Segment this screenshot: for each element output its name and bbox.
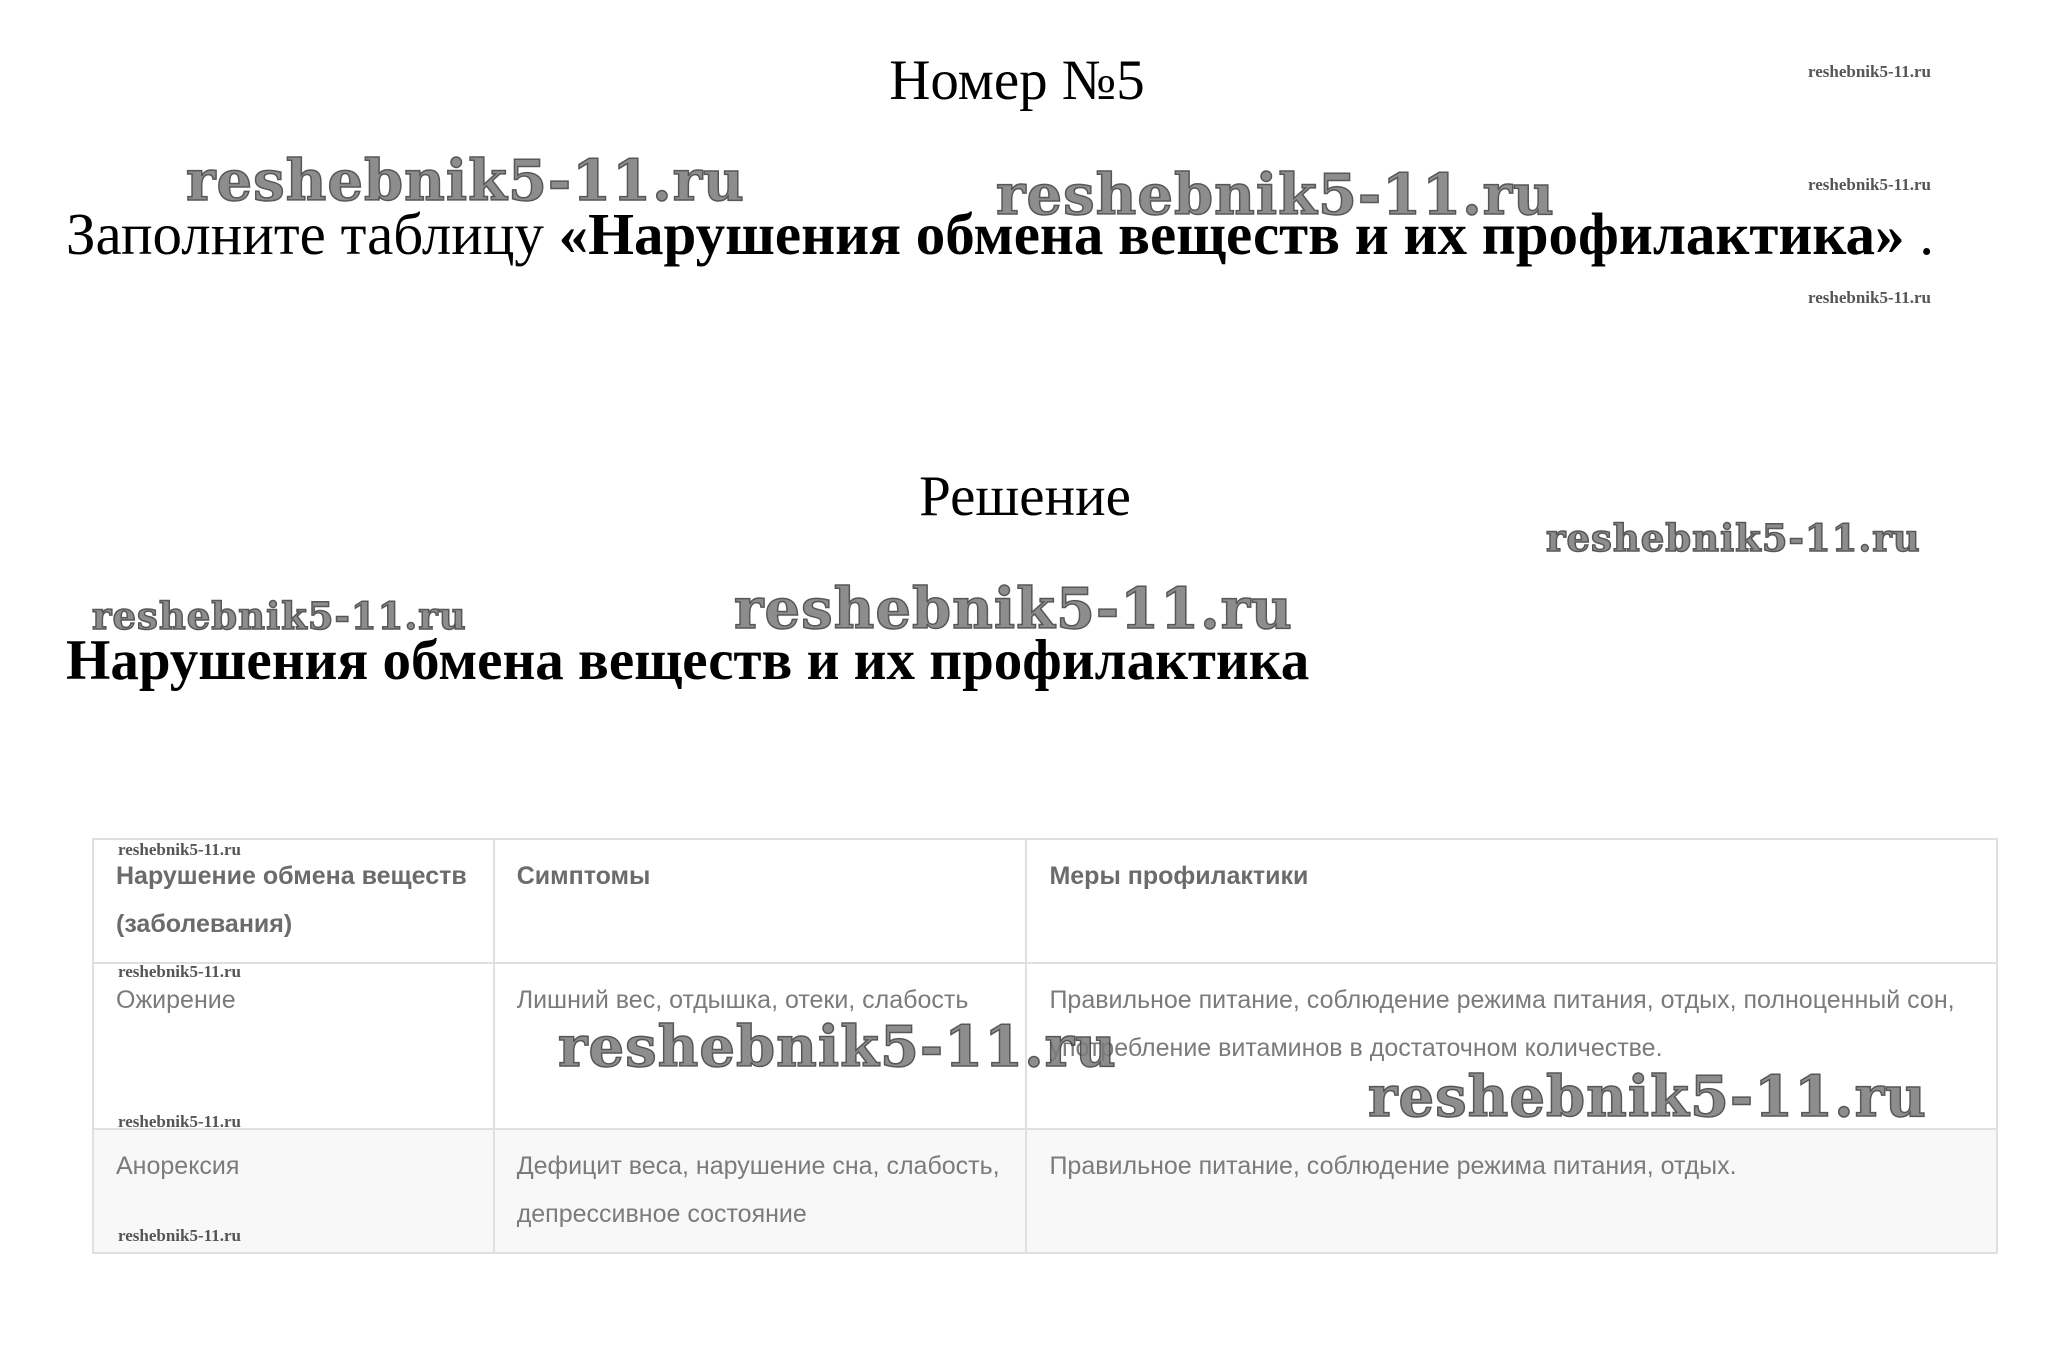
header-prevention: Меры профилактики xyxy=(1025,838,1998,964)
watermark-small: reshebnik5-11.ru xyxy=(1808,288,1931,307)
cell-symptoms: Дефицит веса, нарушение сна, слабость, д… xyxy=(492,1128,1028,1254)
watermark: reshebnik5-11.ru xyxy=(91,593,467,639)
watermark-small: reshebnik5-11.ru xyxy=(118,1226,241,1245)
watermark-small: reshebnik5-11.ru xyxy=(1808,62,1931,81)
task-instruction-suffix: . xyxy=(1904,201,1935,267)
table-header-row: Нарушение обмена веществ (заболевания) С… xyxy=(92,838,1998,964)
table-row: Анорексия Дефицит веса, нарушение сна, с… xyxy=(92,1128,1998,1254)
watermark: reshebnik5-11.ru xyxy=(1545,515,1921,561)
watermark: reshebnik5-11.ru xyxy=(995,161,1555,229)
watermark: reshebnik5-11.ru xyxy=(185,147,745,215)
watermark-small: reshebnik5-11.ru xyxy=(118,962,241,981)
watermark: reshebnik5-11.ru xyxy=(733,575,1293,643)
header-symptoms: Симптомы xyxy=(492,838,1028,964)
watermark: reshebnik5-11.ru xyxy=(1367,1063,1927,1131)
task-number-title: Номер №5 xyxy=(889,49,1145,112)
cell-prevention: Правильное питание, соблюдение режима пи… xyxy=(1025,1128,1998,1254)
watermark-small: reshebnik5-11.ru xyxy=(118,840,241,859)
watermark-small: reshebnik5-11.ru xyxy=(118,1112,241,1131)
cell-disorder: Ожирение xyxy=(92,962,495,1130)
watermark: reshebnik5-11.ru xyxy=(557,1013,1117,1081)
watermark-small: reshebnik5-11.ru xyxy=(1808,175,1931,194)
